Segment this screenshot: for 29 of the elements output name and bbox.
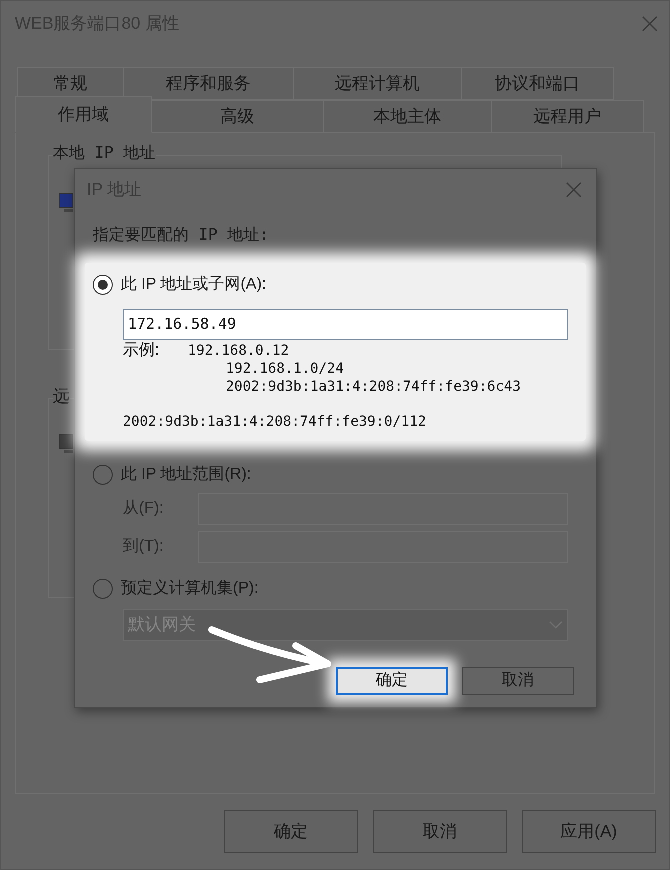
dialog-button[interactable]: 确定	[336, 667, 448, 695]
option-label: 预定义计算机集(P):	[121, 578, 259, 599]
close-icon[interactable]	[641, 15, 659, 33]
example-text: 192.168.0.12	[188, 342, 290, 360]
radio-button[interactable]	[93, 275, 113, 295]
tab[interactable]: 高级	[151, 100, 324, 133]
dialog-button[interactable]: 确定	[224, 810, 358, 853]
option-label: 此 IP 地址或子网(A):	[121, 274, 266, 295]
tab[interactable]: 程序和服务	[123, 67, 294, 100]
tab[interactable]: 远程计算机	[293, 67, 462, 100]
dialog-button[interactable]: 应用(A)	[522, 810, 656, 853]
tab[interactable]: 本地主体	[323, 100, 492, 133]
tab[interactable]: 作用域	[15, 96, 152, 133]
option-label: 此 IP 地址范围(R):	[121, 464, 252, 485]
field-label: 到(T):	[123, 537, 165, 557]
tab[interactable]: 协议和端口	[461, 67, 614, 100]
dialog-button[interactable]: 取消	[462, 667, 574, 695]
example-text: 2002:9d3b:1a31:4:208:74ff:fe39:0/112	[123, 413, 426, 432]
dialog-button[interactable]: 取消	[373, 810, 507, 853]
ip-input-field[interactable]: 172.16.58.49	[123, 309, 568, 340]
group-label: 本地 IP 地址	[53, 144, 156, 162]
example-text: 2002:9d3b:1a31:4:208:74ff:fe39:6c43	[226, 378, 522, 396]
close-icon[interactable]	[566, 182, 582, 198]
example-text: 192.168.1.0/24	[226, 360, 346, 378]
group-label: 远	[53, 387, 70, 407]
example-label: 示例:	[123, 342, 160, 361]
tab[interactable]: 远程用户	[491, 100, 644, 133]
prompt-text: 指定要匹配的 IP 地址:	[93, 224, 270, 246]
field-label: 从(F):	[123, 498, 165, 519]
